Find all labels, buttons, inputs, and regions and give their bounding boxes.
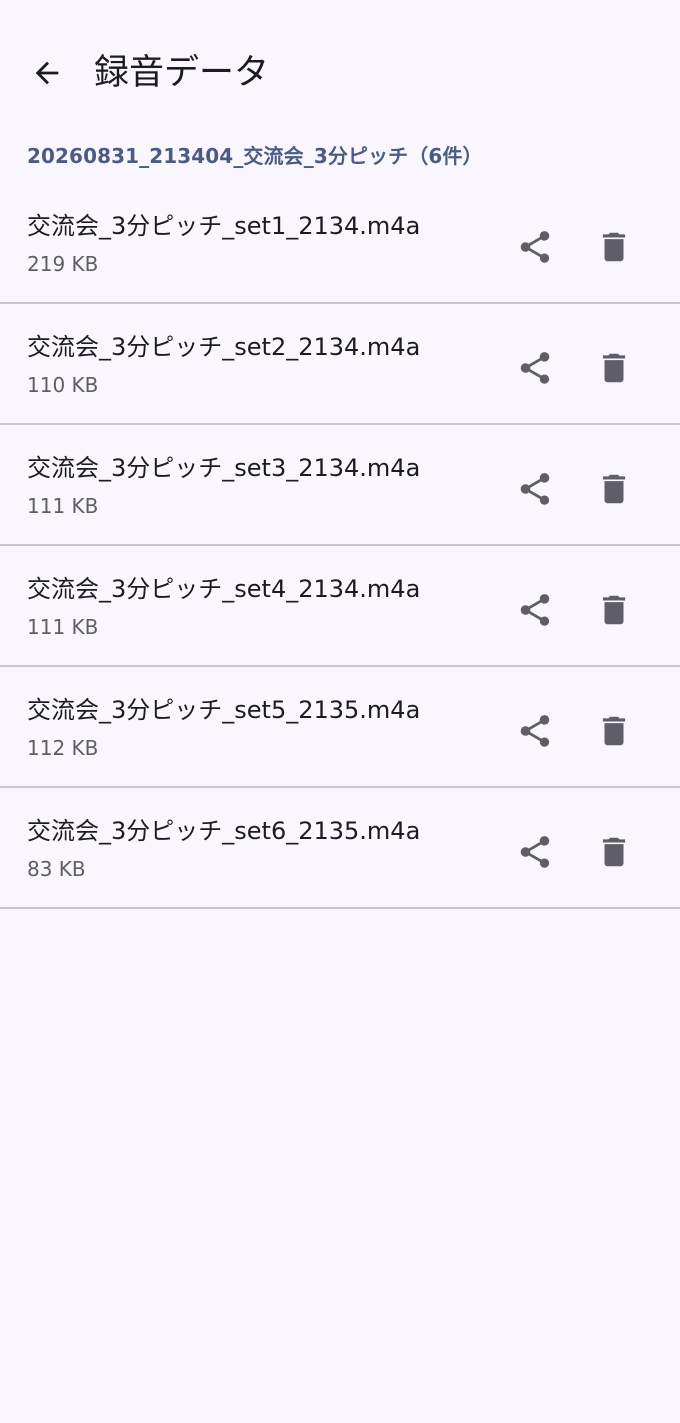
delete-button[interactable] (587, 462, 641, 516)
arrow-back-icon (35, 61, 59, 85)
share-icon (520, 594, 550, 626)
share-button[interactable] (508, 583, 562, 637)
file-size: 110 KB (27, 373, 99, 397)
file-row: 交流会_3分ピッチ_set2_2134.m4a 110 KB (0, 304, 680, 425)
trash-icon (602, 595, 626, 625)
delete-button[interactable] (587, 825, 641, 879)
share-icon (520, 836, 550, 868)
share-button[interactable] (508, 341, 562, 395)
top-app-bar: 録音データ (0, 0, 680, 145)
share-button[interactable] (508, 704, 562, 758)
trash-icon (602, 474, 626, 504)
file-list: 交流会_3分ピッチ_set1_2134.m4a 219 KB 交流会_3分ピッチ… (0, 183, 680, 909)
share-icon (520, 352, 550, 384)
share-icon (520, 231, 550, 263)
file-row: 交流会_3分ピッチ_set4_2134.m4a 111 KB (0, 546, 680, 667)
trash-icon (602, 837, 626, 867)
trash-icon (602, 353, 626, 383)
delete-button[interactable] (587, 341, 641, 395)
trash-icon (602, 232, 626, 262)
recording-group-header: 20260831_213404_交流会_3分ピッチ（6件） (27, 144, 483, 168)
file-name: 交流会_3分ピッチ_set2_2134.m4a (27, 333, 421, 361)
share-icon (520, 473, 550, 505)
file-row: 交流会_3分ピッチ_set3_2134.m4a 111 KB (0, 425, 680, 546)
file-name: 交流会_3分ピッチ_set1_2134.m4a (27, 212, 421, 240)
file-size: 112 KB (27, 736, 99, 760)
file-size: 83 KB (27, 857, 86, 881)
page-title: 録音データ (94, 53, 270, 93)
back-button[interactable] (22, 48, 72, 98)
file-row: 交流会_3分ピッチ_set5_2135.m4a 112 KB (0, 667, 680, 788)
file-size: 219 KB (27, 252, 99, 276)
delete-button[interactable] (587, 704, 641, 758)
file-row: 交流会_3分ピッチ_set6_2135.m4a 83 KB (0, 788, 680, 909)
delete-button[interactable] (587, 220, 641, 274)
share-button[interactable] (508, 825, 562, 879)
recordings-screen: 録音データ 20260831_213404_交流会_3分ピッチ（6件） 交流会_… (0, 0, 680, 1423)
file-name: 交流会_3分ピッチ_set4_2134.m4a (27, 575, 421, 603)
file-size: 111 KB (27, 615, 99, 639)
share-button[interactable] (508, 220, 562, 274)
share-button[interactable] (508, 462, 562, 516)
trash-icon (602, 716, 626, 746)
file-name: 交流会_3分ピッチ_set6_2135.m4a (27, 817, 421, 845)
file-row: 交流会_3分ピッチ_set1_2134.m4a 219 KB (0, 183, 680, 304)
share-icon (520, 715, 550, 747)
file-name: 交流会_3分ピッチ_set5_2135.m4a (27, 696, 421, 724)
file-size: 111 KB (27, 494, 99, 518)
delete-button[interactable] (587, 583, 641, 637)
file-name: 交流会_3分ピッチ_set3_2134.m4a (27, 454, 421, 482)
